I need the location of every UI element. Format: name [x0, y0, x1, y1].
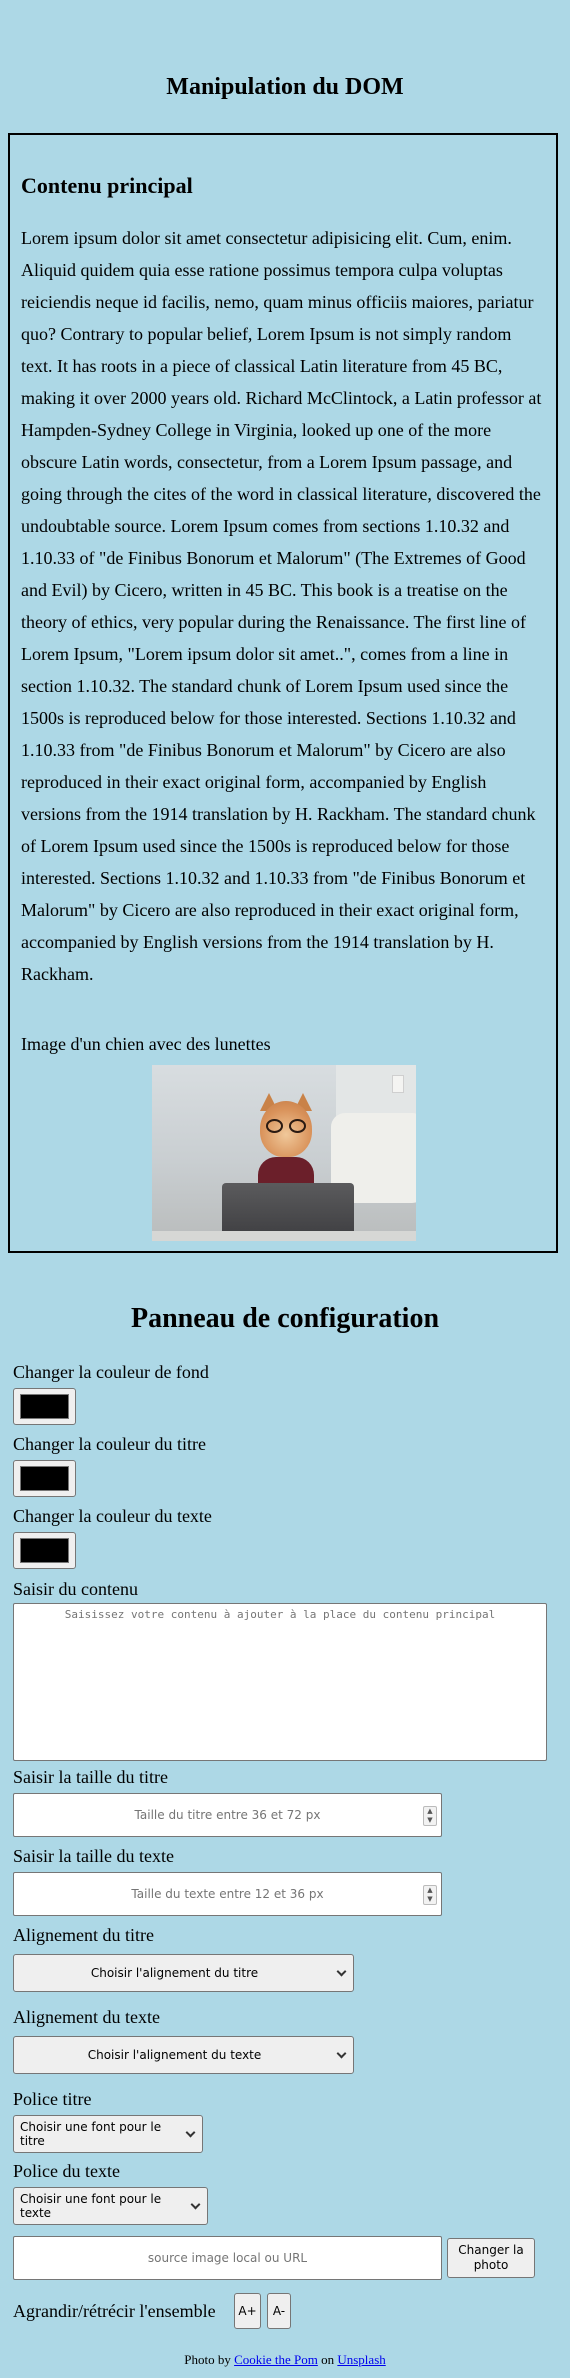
text-align-label: Alignement du texte: [13, 2007, 160, 2027]
page-title: Manipulation du DOM: [166, 74, 404, 100]
title-size-placeholder: Taille du titre entre 36 et 72 px: [134, 1808, 321, 1822]
content-label: Saisir du contenu: [13, 1579, 138, 1599]
main-heading: Contenu principal: [21, 173, 193, 198]
title-size-label: Saisir la taille du titre: [13, 1767, 168, 1787]
scale-label: Agrandir/rétrécir l'ensemble: [13, 2301, 216, 2321]
scale-up-button[interactable]: A+: [234, 2293, 261, 2329]
chevron-down-icon: [336, 1966, 347, 1977]
title-align-select[interactable]: Choisir l'alignement du titre: [13, 1954, 354, 1992]
text-color-label: Changer la couleur du texte: [13, 1506, 212, 1526]
text-size-input[interactable]: Taille du texte entre 12 et 36 px ▲ ▼: [13, 1872, 442, 1916]
text-font-label: Police du texte: [13, 2161, 120, 2181]
text-size-stepper[interactable]: ▲ ▼: [423, 1885, 437, 1905]
image-source-placeholder: source image local ou URL: [147, 2251, 308, 2265]
text-font-selected: Choisir une font pour le texte: [20, 2192, 162, 2220]
text-align-selected: Choisir l'alignement du texte: [87, 2048, 262, 2062]
image-caption: Image d'un chien avec des lunettes: [21, 1034, 271, 1054]
text-size-placeholder: Taille du texte entre 12 et 36 px: [131, 1887, 324, 1901]
image-source-input[interactable]: source image local ou URL: [13, 2236, 442, 2280]
chevron-down-icon: [336, 2048, 347, 2059]
title-color-label: Changer la couleur du titre: [13, 1434, 206, 1454]
chevron-down-icon: [190, 2199, 201, 2210]
credit-prefix: Photo by: [184, 2352, 231, 2367]
title-align-label: Alignement du titre: [13, 1925, 154, 1945]
scale-down-button[interactable]: A-: [267, 2293, 291, 2329]
author-link[interactable]: Cookie the Pom: [234, 2352, 318, 2367]
main-content-text: Lorem ipsum dolor sit amet consectetur a…: [21, 228, 542, 984]
title-size-input[interactable]: Taille du titre entre 36 et 72 px ▲ ▼: [13, 1793, 442, 1837]
credit-middle: on: [321, 2352, 335, 2367]
title-font-selected: Choisir une font pour le titre: [20, 2120, 162, 2148]
title-size-stepper[interactable]: ▲ ▼: [423, 1806, 437, 1826]
text-align-select[interactable]: Choisir l'alignement du texte: [13, 2036, 354, 2074]
content-textarea[interactable]: [13, 1603, 547, 1761]
config-panel-title: Panneau de configuration: [130, 1303, 440, 1334]
text-size-label: Saisir la taille du texte: [13, 1846, 174, 1866]
dog-photo: [152, 1065, 416, 1241]
text-color-picker[interactable]: [13, 1532, 76, 1569]
title-color-picker[interactable]: [13, 1460, 76, 1497]
chevron-down-icon: [185, 2127, 196, 2138]
bg-color-label: Changer la couleur de fond: [13, 1362, 209, 1382]
title-font-label: Police titre: [13, 2089, 92, 2109]
photo-credit: Photo by Cookie the Pom on Unsplash: [0, 2352, 570, 2368]
text-font-select[interactable]: Choisir une font pour le texte: [13, 2187, 208, 2225]
unsplash-link[interactable]: Unsplash: [337, 2352, 385, 2367]
title-font-select[interactable]: Choisir une font pour le titre: [13, 2115, 203, 2153]
change-photo-button[interactable]: Changer la photo: [447, 2238, 535, 2278]
bg-color-picker[interactable]: [13, 1388, 76, 1425]
main-content-box: Contenu principal Lorem ipsum dolor sit …: [8, 133, 558, 1253]
title-align-selected: Choisir l'alignement du titre: [90, 1966, 259, 1980]
